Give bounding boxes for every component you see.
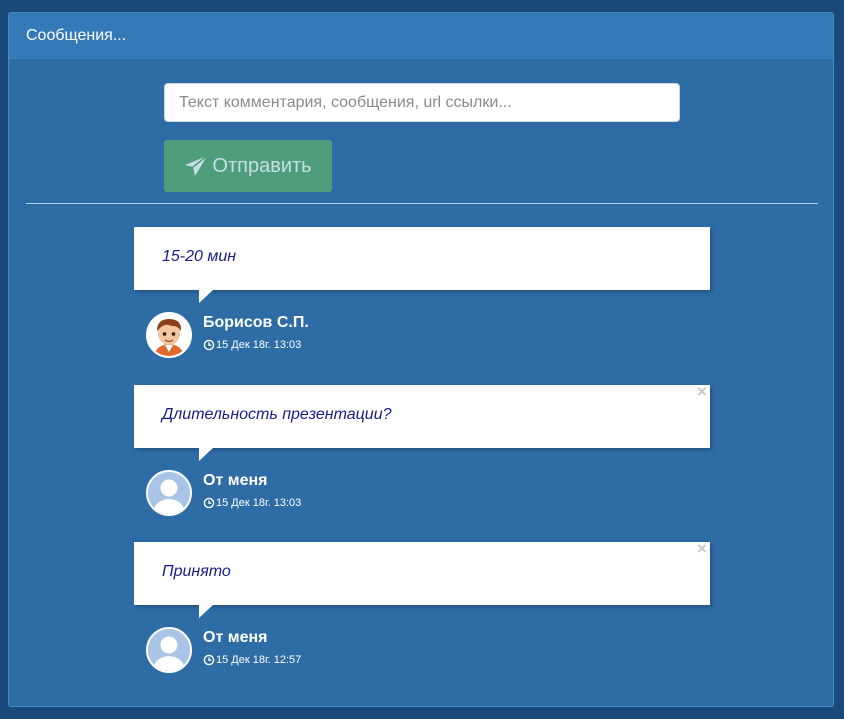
paper-plane-icon xyxy=(184,155,208,177)
author-name: От меня xyxy=(203,472,268,489)
message-text: 15-20 мин xyxy=(162,248,237,265)
timestamp-text: 15 Дек 18г. 13:03 xyxy=(216,339,302,351)
message-item: Длительность презентации? × От меня 15 Д… xyxy=(134,383,710,516)
timestamp-text: 15 Дек 18г. 12:57 xyxy=(216,654,302,666)
message-bubble: 15-20 мин xyxy=(134,227,710,303)
close-icon[interactable]: × xyxy=(696,540,708,557)
message-timestamp: 15 Дек 18г. 13:03 xyxy=(203,497,301,509)
author-name: От меня xyxy=(203,629,268,646)
messages-panel: Сообщения... Отправить 15-20 мин xyxy=(8,12,834,707)
message-item: Принято × От меня 15 Дек 18г. 12:57 xyxy=(134,540,710,673)
message-timestamp: 15 Дек 18г. 12:57 xyxy=(203,654,301,666)
author-name: Борисов С.П. xyxy=(203,314,309,331)
message-composer: Отправить xyxy=(164,83,680,192)
close-icon[interactable]: × xyxy=(696,383,708,400)
clock-icon xyxy=(203,497,215,509)
boy-avatar-icon xyxy=(148,314,190,356)
avatar xyxy=(146,627,192,673)
message-text: Принято xyxy=(162,563,231,580)
message-item: 15-20 мин Борисов С.П. 15 Дек 18г. 13:03 xyxy=(134,227,710,358)
user-avatar-icon xyxy=(148,629,190,671)
send-button-label: Отправить xyxy=(212,154,312,177)
message-bubble: Принято × xyxy=(134,540,710,618)
panel-title: Сообщения... xyxy=(9,13,833,59)
send-button[interactable]: Отправить xyxy=(164,140,332,192)
avatar xyxy=(146,312,192,358)
avatar xyxy=(146,470,192,516)
clock-icon xyxy=(203,654,215,666)
clock-icon xyxy=(203,339,215,351)
divider xyxy=(26,203,818,204)
message-timestamp: 15 Дек 18г. 13:03 xyxy=(203,339,301,351)
timestamp-text: 15 Дек 18г. 13:03 xyxy=(216,497,302,509)
message-text: Длительность презентации? xyxy=(162,406,392,423)
user-avatar-icon xyxy=(148,472,190,514)
message-bubble: Длительность презентации? × xyxy=(134,383,710,461)
message-input[interactable] xyxy=(164,83,680,122)
